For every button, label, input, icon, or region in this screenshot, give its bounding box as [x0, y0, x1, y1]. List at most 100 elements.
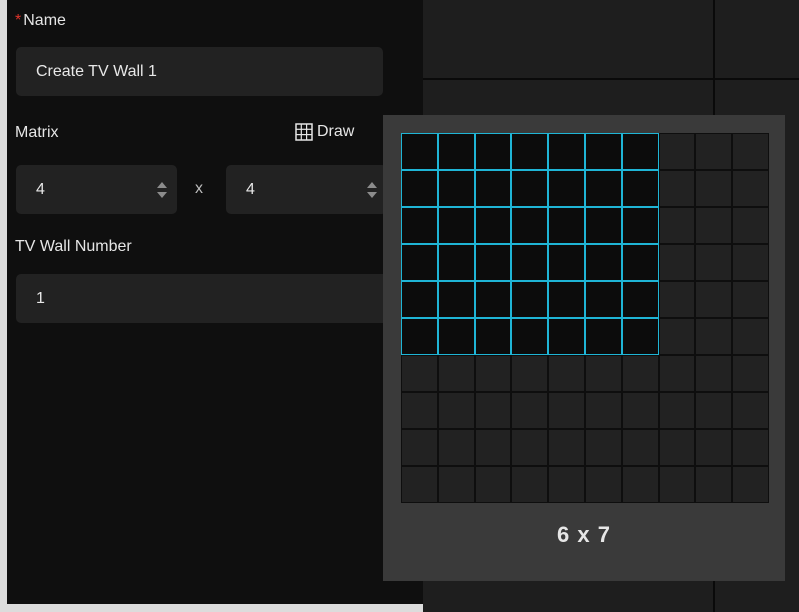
- matrix-cell[interactable]: [585, 392, 622, 429]
- matrix-cell-selected[interactable]: [511, 207, 549, 244]
- matrix-cell[interactable]: [695, 392, 733, 429]
- matrix-cell-selected[interactable]: [548, 133, 585, 170]
- matrix-cell[interactable]: [695, 355, 733, 392]
- matrix-cell-selected[interactable]: [401, 244, 438, 281]
- matrix-cell[interactable]: [658, 133, 696, 170]
- matrix-cell-selected[interactable]: [474, 207, 512, 244]
- matrix-cell[interactable]: [658, 281, 696, 318]
- matrix-cell-selected[interactable]: [401, 318, 438, 355]
- matrix-cell[interactable]: [732, 244, 769, 281]
- matrix-cell-selected[interactable]: [511, 244, 549, 281]
- matrix-cell[interactable]: [621, 355, 659, 392]
- matrix-cell[interactable]: [401, 355, 438, 392]
- matrix-cell-selected[interactable]: [474, 281, 512, 318]
- matrix-cell[interactable]: [695, 207, 733, 244]
- matrix-cell[interactable]: [695, 244, 733, 281]
- matrix-cell-selected[interactable]: [621, 170, 659, 207]
- matrix-cell-selected[interactable]: [511, 170, 549, 207]
- matrix-cell-selected[interactable]: [585, 244, 622, 281]
- matrix-cell[interactable]: [695, 281, 733, 318]
- matrix-cell-selected[interactable]: [585, 281, 622, 318]
- matrix-cell-selected[interactable]: [585, 207, 622, 244]
- matrix-cell-selected[interactable]: [437, 133, 475, 170]
- matrix-cell[interactable]: [695, 466, 733, 503]
- matrix-cell-selected[interactable]: [621, 281, 659, 318]
- matrix-cell[interactable]: [401, 466, 438, 503]
- matrix-cell[interactable]: [437, 355, 475, 392]
- matrix-cell-selected[interactable]: [437, 170, 475, 207]
- matrix-cell-selected[interactable]: [548, 244, 585, 281]
- matrix-cell[interactable]: [621, 392, 659, 429]
- matrix-cell[interactable]: [437, 392, 475, 429]
- matrix-cell[interactable]: [732, 429, 769, 466]
- rows-stepper[interactable]: 4: [16, 165, 177, 214]
- matrix-cell[interactable]: [732, 207, 769, 244]
- matrix-cell[interactable]: [474, 466, 512, 503]
- matrix-cell-selected[interactable]: [585, 133, 622, 170]
- matrix-cell-selected[interactable]: [585, 170, 622, 207]
- matrix-cell[interactable]: [474, 429, 512, 466]
- matrix-cell[interactable]: [732, 355, 769, 392]
- matrix-cell-selected[interactable]: [401, 281, 438, 318]
- cols-spinner-arrows[interactable]: [367, 181, 377, 198]
- matrix-cell-selected[interactable]: [548, 170, 585, 207]
- draw-button[interactable]: Draw: [295, 123, 354, 141]
- matrix-cell[interactable]: [437, 429, 475, 466]
- matrix-cell[interactable]: [695, 429, 733, 466]
- matrix-cell[interactable]: [511, 429, 549, 466]
- matrix-cell[interactable]: [548, 392, 585, 429]
- matrix-cell[interactable]: [658, 170, 696, 207]
- matrix-cell[interactable]: [732, 281, 769, 318]
- wall-number-input[interactable]: 1: [16, 274, 406, 323]
- matrix-cell-selected[interactable]: [548, 318, 585, 355]
- cols-stepper[interactable]: 4: [226, 165, 387, 214]
- matrix-cell[interactable]: [732, 318, 769, 355]
- matrix-cell-selected[interactable]: [474, 244, 512, 281]
- rows-spinner-arrows[interactable]: [157, 181, 167, 198]
- matrix-cell[interactable]: [474, 355, 512, 392]
- matrix-cell-selected[interactable]: [401, 207, 438, 244]
- matrix-cell[interactable]: [511, 355, 549, 392]
- matrix-cell-selected[interactable]: [585, 318, 622, 355]
- matrix-cell[interactable]: [732, 133, 769, 170]
- matrix-cell-selected[interactable]: [401, 133, 438, 170]
- matrix-cell[interactable]: [401, 392, 438, 429]
- matrix-cell[interactable]: [511, 466, 549, 503]
- matrix-cell-selected[interactable]: [548, 207, 585, 244]
- matrix-cell-selected[interactable]: [621, 244, 659, 281]
- matrix-cell-selected[interactable]: [511, 318, 549, 355]
- matrix-cell[interactable]: [732, 466, 769, 503]
- matrix-cell[interactable]: [658, 466, 696, 503]
- matrix-cell[interactable]: [621, 466, 659, 503]
- matrix-cell-selected[interactable]: [437, 244, 475, 281]
- matrix-cell-selected[interactable]: [474, 318, 512, 355]
- matrix-cell[interactable]: [658, 355, 696, 392]
- matrix-cell[interactable]: [695, 133, 733, 170]
- matrix-cell-selected[interactable]: [474, 170, 512, 207]
- matrix-cell-selected[interactable]: [621, 207, 659, 244]
- matrix-cell-selected[interactable]: [474, 133, 512, 170]
- matrix-cell[interactable]: [658, 318, 696, 355]
- matrix-cell[interactable]: [548, 429, 585, 466]
- matrix-cell-selected[interactable]: [621, 318, 659, 355]
- matrix-cell[interactable]: [511, 392, 549, 429]
- matrix-grid[interactable]: [401, 133, 769, 503]
- matrix-cell-selected[interactable]: [401, 170, 438, 207]
- matrix-cell[interactable]: [474, 392, 512, 429]
- matrix-cell[interactable]: [548, 355, 585, 392]
- matrix-cell[interactable]: [658, 244, 696, 281]
- matrix-cell-selected[interactable]: [437, 318, 475, 355]
- matrix-cell-selected[interactable]: [511, 133, 549, 170]
- matrix-cell[interactable]: [548, 466, 585, 503]
- matrix-cell[interactable]: [585, 429, 622, 466]
- matrix-cell[interactable]: [658, 429, 696, 466]
- matrix-cell[interactable]: [585, 466, 622, 503]
- matrix-cell[interactable]: [621, 429, 659, 466]
- matrix-cell[interactable]: [695, 318, 733, 355]
- matrix-cell[interactable]: [695, 170, 733, 207]
- matrix-cell-selected[interactable]: [437, 207, 475, 244]
- matrix-cell-selected[interactable]: [548, 281, 585, 318]
- matrix-cell[interactable]: [658, 392, 696, 429]
- matrix-cell-selected[interactable]: [437, 281, 475, 318]
- matrix-cell[interactable]: [401, 429, 438, 466]
